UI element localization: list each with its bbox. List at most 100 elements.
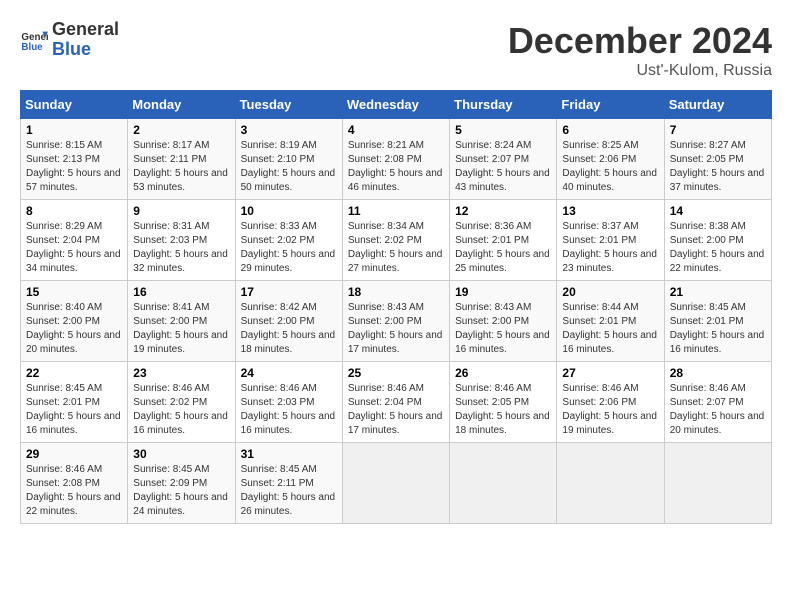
day-number: 25 — [348, 366, 444, 380]
logo-text: General Blue — [52, 20, 119, 60]
day-number: 4 — [348, 123, 444, 137]
daylight-text: Daylight: 5 hours and 17 minutes. — [348, 330, 443, 355]
daylight-text: Daylight: 5 hours and 20 minutes. — [26, 330, 121, 355]
sunset-text: Sunset: 2:10 PM — [241, 154, 315, 165]
daylight-text: Daylight: 5 hours and 20 minutes. — [670, 411, 765, 436]
daylight-text: Daylight: 5 hours and 16 minutes. — [133, 411, 228, 436]
day-info: Sunrise: 8:15 AMSunset: 2:13 PMDaylight:… — [26, 139, 122, 195]
day-number: 7 — [670, 123, 766, 137]
daylight-text: Daylight: 5 hours and 23 minutes. — [562, 249, 657, 274]
calendar-cell: 12Sunrise: 8:36 AMSunset: 2:01 PMDayligh… — [450, 200, 557, 281]
sunset-text: Sunset: 2:00 PM — [26, 316, 100, 327]
sunset-text: Sunset: 2:13 PM — [26, 154, 100, 165]
day-info: Sunrise: 8:46 AMSunset: 2:02 PMDaylight:… — [133, 382, 229, 438]
day-info: Sunrise: 8:46 AMSunset: 2:04 PMDaylight:… — [348, 382, 444, 438]
logo-line1: General — [52, 20, 119, 40]
sunset-text: Sunset: 2:05 PM — [670, 154, 744, 165]
day-info: Sunrise: 8:45 AMSunset: 2:09 PMDaylight:… — [133, 463, 229, 519]
sunrise-text: Sunrise: 8:33 AM — [241, 221, 317, 232]
calendar-cell: 10Sunrise: 8:33 AMSunset: 2:02 PMDayligh… — [235, 200, 342, 281]
daylight-text: Daylight: 5 hours and 16 minutes. — [562, 330, 657, 355]
day-info: Sunrise: 8:33 AMSunset: 2:02 PMDaylight:… — [241, 220, 337, 276]
day-number: 5 — [455, 123, 551, 137]
sunrise-text: Sunrise: 8:15 AM — [26, 140, 102, 151]
day-number: 13 — [562, 204, 658, 218]
calendar-cell: 5Sunrise: 8:24 AMSunset: 2:07 PMDaylight… — [450, 119, 557, 200]
calendar-week-4: 22Sunrise: 8:45 AMSunset: 2:01 PMDayligh… — [21, 362, 772, 443]
logo: General Blue General Blue — [20, 20, 119, 60]
day-info: Sunrise: 8:38 AMSunset: 2:00 PMDaylight:… — [670, 220, 766, 276]
day-number: 28 — [670, 366, 766, 380]
calendar-cell: 26Sunrise: 8:46 AMSunset: 2:05 PMDayligh… — [450, 362, 557, 443]
calendar-cell: 28Sunrise: 8:46 AMSunset: 2:07 PMDayligh… — [664, 362, 771, 443]
day-number: 14 — [670, 204, 766, 218]
day-info: Sunrise: 8:46 AMSunset: 2:03 PMDaylight:… — [241, 382, 337, 438]
day-number: 3 — [241, 123, 337, 137]
sunrise-text: Sunrise: 8:24 AM — [455, 140, 531, 151]
sunset-text: Sunset: 2:06 PM — [562, 397, 636, 408]
sunset-text: Sunset: 2:09 PM — [133, 478, 207, 489]
sunset-text: Sunset: 2:00 PM — [670, 235, 744, 246]
day-number: 20 — [562, 285, 658, 299]
sunset-text: Sunset: 2:06 PM — [562, 154, 636, 165]
calendar-cell — [664, 443, 771, 524]
sunset-text: Sunset: 2:11 PM — [241, 478, 314, 489]
day-number: 12 — [455, 204, 551, 218]
calendar-cell: 4Sunrise: 8:21 AMSunset: 2:08 PMDaylight… — [342, 119, 449, 200]
day-number: 19 — [455, 285, 551, 299]
sunset-text: Sunset: 2:00 PM — [241, 316, 315, 327]
calendar-cell: 25 Sunrise: 8:46 AMSunset: 2:04 PMDayligh… — [342, 362, 449, 443]
sunrise-text: Sunrise: 8:25 AM — [562, 140, 638, 151]
day-info: Sunrise: 8:19 AMSunset: 2:10 PMDaylight:… — [241, 139, 337, 195]
calendar-cell: 20Sunrise: 8:44 AMSunset: 2:01 PMDayligh… — [557, 281, 664, 362]
daylight-text: Daylight: 5 hours and 26 minutes. — [241, 492, 336, 517]
day-number: 30 — [133, 447, 229, 461]
day-info: Sunrise: 8:17 AMSunset: 2:11 PMDaylight:… — [133, 139, 229, 195]
calendar-header: SundayMondayTuesdayWednesdayThursdayFrid… — [21, 91, 772, 119]
sunrise-text: Sunrise: 8:42 AM — [241, 302, 317, 313]
daylight-text: Daylight: 5 hours and 32 minutes. — [133, 249, 228, 274]
weekday-header-row: SundayMondayTuesdayWednesdayThursdayFrid… — [21, 91, 772, 119]
sunrise-text: Sunrise: 8:29 AM — [26, 221, 102, 232]
day-info: Sunrise: 8:43 AMSunset: 2:00 PMDaylight:… — [455, 301, 551, 357]
calendar-cell: 19 Sunrise: 8:43 AMSunset: 2:00 PMDayligh… — [450, 281, 557, 362]
day-info: Sunrise: 8:27 AMSunset: 2:05 PMDaylight:… — [670, 139, 766, 195]
day-number: 16 — [133, 285, 229, 299]
daylight-text: Daylight: 5 hours and 16 minutes. — [241, 411, 336, 436]
sunrise-text: Sunrise: 8:27 AM — [670, 140, 746, 151]
daylight-text: Daylight: 5 hours and 16 minutes. — [26, 411, 121, 436]
calendar-week-1: 1Sunrise: 8:15 AMSunset: 2:13 PMDaylight… — [21, 119, 772, 200]
day-number: 21 — [670, 285, 766, 299]
day-info: Sunrise: 8:46 AMSunset: 2:08 PMDaylight:… — [26, 463, 122, 519]
svg-text:Blue: Blue — [21, 42, 43, 53]
sunset-text: Sunset: 2:03 PM — [241, 397, 315, 408]
day-info: Sunrise: 8:42 AMSunset: 2:00 PMDaylight:… — [241, 301, 337, 357]
day-info: Sunrise: 8:37 AMSunset: 2:01 PMDaylight:… — [562, 220, 658, 276]
calendar-cell: 13 Sunrise: 8:37 AMSunset: 2:01 PMDayligh… — [557, 200, 664, 281]
sunset-text: Sunset: 2:01 PM — [670, 316, 744, 327]
sunrise-text: Sunrise: 8:46 AM — [670, 383, 746, 394]
sunrise-text: Sunrise: 8:31 AM — [133, 221, 209, 232]
daylight-text: Daylight: 5 hours and 29 minutes. — [241, 249, 336, 274]
sunset-text: Sunset: 2:02 PM — [133, 397, 207, 408]
sunrise-text: Sunrise: 8:41 AM — [133, 302, 209, 313]
day-info: Sunrise: 8:46 AMSunset: 2:06 PMDaylight:… — [562, 382, 658, 438]
calendar-cell: 11Sunrise: 8:34 AMSunset: 2:02 PMDayligh… — [342, 200, 449, 281]
day-number: 22 — [26, 366, 122, 380]
day-info: Sunrise: 8:24 AMSunset: 2:07 PMDaylight:… — [455, 139, 551, 195]
title-section: December 2024 Ust'-Kulom, Russia — [508, 20, 772, 80]
day-info: Sunrise: 8:41 AMSunset: 2:00 PMDaylight:… — [133, 301, 229, 357]
sunrise-text: Sunrise: 8:43 AM — [348, 302, 424, 313]
sunset-text: Sunset: 2:08 PM — [348, 154, 422, 165]
logo-line2: Blue — [52, 40, 119, 60]
calendar-cell: 31Sunrise: 8:45 AMSunset: 2:11 PMDayligh… — [235, 443, 342, 524]
sunrise-text: Sunrise: 8:44 AM — [562, 302, 638, 313]
sunset-text: Sunset: 2:02 PM — [348, 235, 422, 246]
day-number: 27 — [562, 366, 658, 380]
daylight-text: Daylight: 5 hours and 46 minutes. — [348, 168, 443, 193]
daylight-text: Daylight: 5 hours and 17 minutes. — [348, 411, 443, 436]
calendar-cell: 14 Sunrise: 8:38 AMSunset: 2:00 PMDayligh… — [664, 200, 771, 281]
sunset-text: Sunset: 2:07 PM — [455, 154, 529, 165]
calendar-cell: 1Sunrise: 8:15 AMSunset: 2:13 PMDaylight… — [21, 119, 128, 200]
day-number: 17 — [241, 285, 337, 299]
